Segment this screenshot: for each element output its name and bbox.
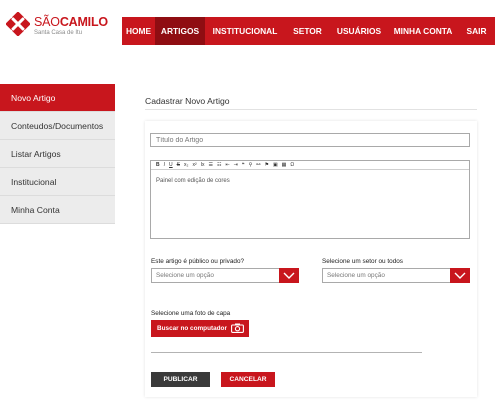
upload-cover-button[interactable]: Buscar no computador [151,320,249,337]
link-icon[interactable]: ⚲ [249,161,253,169]
bulleted-list-icon[interactable]: ☷ [217,161,221,169]
nav-item-usuarios[interactable]: USUÁRIOS [330,17,388,45]
sidebar: Novo Artigo Conteudos/Documentos Listar … [0,84,115,224]
superscript-button[interactable]: x² [192,161,196,169]
sector-label: Selecione um setor ou todos [322,258,403,265]
visibility-select-value: Selecione um opção [156,272,214,279]
camera-icon [231,323,244,333]
chevron-down-icon[interactable] [279,268,299,283]
editor-toolbar: B I U S x₂ x² Ix ☰ ☷ ⇤ ⇥ ❝ ⚲ ⚯ ⚑ ▣ ▦ Ω [151,161,469,170]
chevron-down-icon[interactable] [450,268,470,283]
underline-button[interactable]: U [169,161,173,169]
sector-select[interactable]: Selecione um opção [322,268,470,283]
brand-logo[interactable]: SÃOCAMILO Santa Casa de Itu [6,12,116,42]
brand-name-part1: SÃO [34,15,60,29]
editor-content[interactable]: Painel com edição de cores [151,170,469,192]
upload-cover-button-label: Buscar no computador [157,325,227,332]
table-icon[interactable]: ▦ [282,161,287,169]
publish-button[interactable]: PUBLICAR [151,372,210,387]
article-title-input[interactable] [150,133,470,147]
rich-text-editor[interactable]: B I U S x₂ x² Ix ☰ ☷ ⇤ ⇥ ❝ ⚲ ⚯ ⚑ ▣ ▦ Ω P… [150,160,470,239]
sidebar-item-institucional[interactable]: Institucional [0,168,115,196]
anchor-flag-icon[interactable]: ⚑ [264,161,268,169]
nav-item-sair[interactable]: SAIR [458,17,495,45]
remove-format-button[interactable]: Ix [201,161,205,169]
sidebar-item-minha-conta[interactable]: Minha Conta [0,196,115,224]
brand-name-part2: CAMILO [59,15,108,29]
blockquote-icon[interactable]: ❝ [242,161,245,169]
brand-name: SÃOCAMILO [34,15,108,29]
cross-logo-icon [6,12,30,36]
numbered-list-icon[interactable]: ☰ [209,161,213,169]
unlink-icon[interactable]: ⚯ [256,161,260,169]
sidebar-item-novo-artigo[interactable]: Novo Artigo [0,84,115,112]
nav-item-institucional[interactable]: INSTITUCIONAL [205,17,285,45]
subscript-button[interactable]: x₂ [184,161,188,169]
visibility-label: Este artigo é público ou privado? [151,258,245,265]
cover-photo-label: Selecione uma foto de capa [151,310,231,317]
sector-select-value: Selecione um opção [327,272,385,279]
cancel-button[interactable]: CANCELAR [221,372,275,387]
form-divider [151,352,422,353]
strikethrough-button[interactable]: S [177,161,180,169]
italic-button[interactable]: I [164,161,165,169]
outdent-icon[interactable]: ⇤ [225,161,229,169]
title-divider [145,109,477,110]
nav-item-home[interactable]: HOME [122,17,155,45]
image-icon[interactable]: ▣ [273,161,278,169]
nav-item-artigos[interactable]: ARTIGOS [155,17,205,45]
brand-subtitle: Santa Casa de Itu [34,30,83,36]
top-nav: HOME ARTIGOS INSTITUCIONAL SETOR USUÁRIO… [122,17,495,45]
indent-icon[interactable]: ⇥ [234,161,238,169]
sidebar-item-listar-artigos[interactable]: Listar Artigos [0,140,115,168]
nav-item-minha-conta[interactable]: MINHA CONTA [388,17,458,45]
special-char-icon[interactable]: Ω [290,161,294,169]
page-title: Cadastrar Novo Artigo [145,96,230,106]
nav-item-setor[interactable]: SETOR [285,17,330,45]
sidebar-item-conteudos-documentos[interactable]: Conteudos/Documentos [0,112,115,140]
visibility-select[interactable]: Selecione um opção [151,268,299,283]
bold-button[interactable]: B [156,161,160,169]
